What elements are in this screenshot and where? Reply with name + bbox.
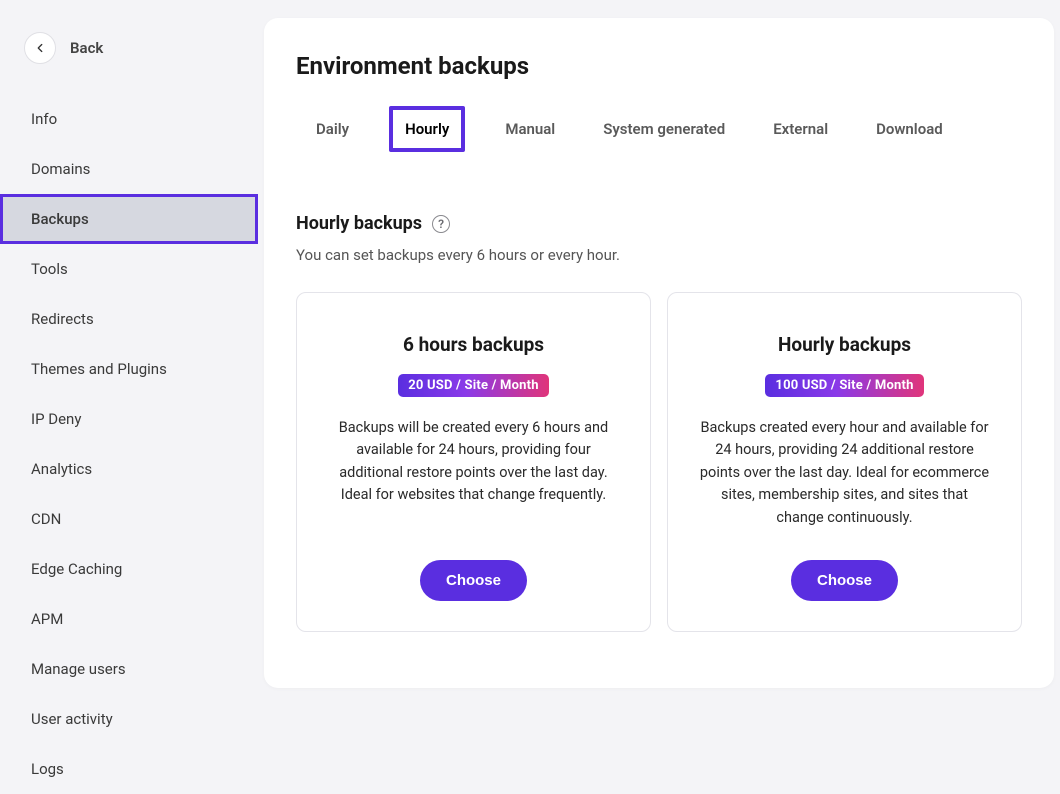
sidebar-nav: Info Domains Backups Tools Redirects The… bbox=[0, 94, 258, 794]
sidebar-item-analytics[interactable]: Analytics bbox=[0, 444, 258, 494]
plan-card-title: Hourly backups bbox=[778, 333, 911, 356]
help-icon[interactable]: ? bbox=[432, 215, 450, 233]
sidebar-item-themes-and-plugins[interactable]: Themes and Plugins bbox=[0, 344, 258, 394]
tabs: Daily Hourly Manual System generated Ext… bbox=[296, 106, 1022, 153]
tab-manual[interactable]: Manual bbox=[497, 106, 563, 152]
plan-card-title: 6 hours backups bbox=[403, 333, 544, 356]
sidebar-item-user-activity[interactable]: User activity bbox=[0, 694, 258, 744]
plan-price-badge: 20 USD / Site / Month bbox=[398, 374, 549, 397]
back-label: Back bbox=[70, 39, 103, 57]
sidebar-item-domains[interactable]: Domains bbox=[0, 144, 258, 194]
sidebar-item-tools[interactable]: Tools bbox=[0, 244, 258, 294]
tab-external[interactable]: External bbox=[765, 106, 836, 152]
plan-card-description: Backups created every hour and available… bbox=[696, 417, 993, 529]
section-subtitle: You can set backups every 6 hours or eve… bbox=[296, 246, 1022, 264]
tab-hourly[interactable]: Hourly bbox=[389, 106, 465, 152]
choose-button-6-hours[interactable]: Choose bbox=[420, 560, 527, 601]
plan-card-hourly: Hourly backups 100 USD / Site / Month Ba… bbox=[667, 292, 1022, 632]
plan-card-description: Backups will be created every 6 hours an… bbox=[325, 417, 622, 507]
section-title: Hourly backups bbox=[296, 213, 422, 234]
back-link[interactable]: Back bbox=[0, 20, 258, 84]
tab-download[interactable]: Download bbox=[868, 106, 951, 152]
sidebar-item-redirects[interactable]: Redirects bbox=[0, 294, 258, 344]
sidebar-item-edge-caching[interactable]: Edge Caching bbox=[0, 544, 258, 594]
sidebar-item-apm[interactable]: APM bbox=[0, 594, 258, 644]
plan-cards: 6 hours backups 20 USD / Site / Month Ba… bbox=[296, 292, 1022, 632]
sidebar-item-logs[interactable]: Logs bbox=[0, 744, 258, 794]
sidebar-item-info[interactable]: Info bbox=[0, 94, 258, 144]
sidebar: Back Info Domains Backups Tools Redirect… bbox=[0, 0, 258, 710]
sidebar-item-backups[interactable]: Backups bbox=[0, 194, 258, 244]
plan-card-6-hours: 6 hours backups 20 USD / Site / Month Ba… bbox=[296, 292, 651, 632]
choose-button-hourly[interactable]: Choose bbox=[791, 560, 898, 601]
tab-system-generated[interactable]: System generated bbox=[595, 106, 733, 152]
tab-daily[interactable]: Daily bbox=[308, 106, 357, 152]
page-title: Environment backups bbox=[296, 52, 1022, 80]
plan-price-badge: 100 USD / Site / Month bbox=[765, 374, 923, 397]
sidebar-item-cdn[interactable]: CDN bbox=[0, 494, 258, 544]
sidebar-item-ip-deny[interactable]: IP Deny bbox=[0, 394, 258, 444]
sidebar-item-manage-users[interactable]: Manage users bbox=[0, 644, 258, 694]
back-arrow-icon bbox=[24, 32, 56, 64]
main-panel: Environment backups Daily Hourly Manual … bbox=[264, 18, 1054, 688]
